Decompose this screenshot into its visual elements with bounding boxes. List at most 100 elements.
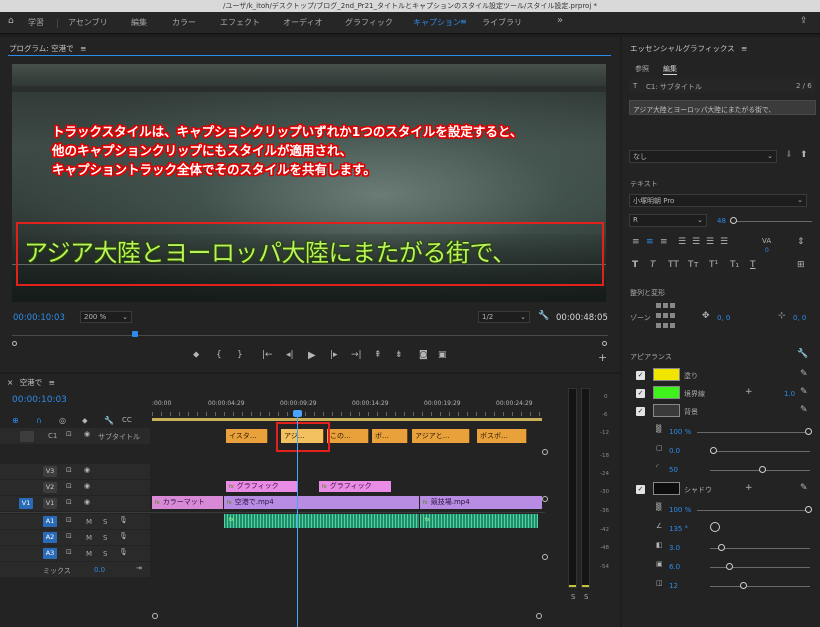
font-size-value[interactable]: 48 [717, 217, 726, 225]
add-stroke-icon[interactable]: + [745, 388, 753, 397]
leading-icon[interactable]: ⇕ [797, 238, 805, 247]
a1-source-patch[interactable]: A1 [43, 516, 57, 527]
all-caps-icon[interactable]: TT [668, 261, 679, 270]
work-area-bar[interactable] [152, 418, 542, 421]
eyedropper-icon[interactable]: ✎ [800, 388, 808, 397]
microphone-icon[interactable]: 🎙 [119, 517, 128, 524]
workspace-tab-audio[interactable]: オーディオ [283, 17, 322, 28]
eyedropper-icon[interactable]: ✎ [800, 406, 808, 415]
resolution-select[interactable]: 1/2 ⌄ [478, 311, 530, 323]
stroke-color-swatch[interactable] [653, 386, 680, 399]
video-clip[interactable]: fx 空港で.mp4 [224, 496, 419, 509]
sync-lock-icon[interactable]: ⊡ [66, 483, 72, 490]
sequence-tab[interactable]: 空港で [20, 378, 43, 387]
zoom-select[interactable]: 200 % ⌄ [80, 311, 132, 323]
background-color-swatch[interactable] [653, 404, 680, 417]
eye-icon[interactable]: ◉ [84, 467, 90, 474]
workspace-menu-icon[interactable]: ≡ [460, 17, 467, 26]
shadow-opacity-slider-knob[interactable] [805, 506, 812, 513]
scroll-end-handle[interactable] [536, 613, 542, 619]
linked-selection-icon[interactable]: ◎ [59, 417, 66, 425]
wrench-icon[interactable]: 🔧 [538, 312, 549, 321]
shadow-checkbox[interactable]: ✓ [636, 485, 645, 494]
add-marker-icon[interactable]: ⬥ [82, 417, 88, 425]
lift-icon[interactable]: ⇞ [374, 351, 382, 360]
nest-icon[interactable]: ⊕ [12, 417, 19, 425]
font-size-slider-knob[interactable] [730, 217, 737, 224]
share-icon[interactable]: ⇪ [800, 17, 808, 26]
solo-toggle[interactable]: S [103, 534, 107, 542]
panel-menu-icon[interactable]: ≡ [49, 378, 55, 387]
shadow-blur-value[interactable]: 12 [669, 582, 678, 590]
solo-toggle[interactable]: S [103, 518, 107, 526]
zone-cell[interactable] [663, 313, 668, 318]
add-button-icon[interactable]: + [598, 352, 607, 363]
shadow-size-slider-knob[interactable] [726, 563, 733, 570]
font-style-select[interactable]: R ⌄ [629, 214, 707, 227]
go-to-in-icon[interactable]: |← [262, 351, 273, 360]
scroll-start-handle[interactable] [12, 341, 17, 346]
step-back-icon[interactable]: ◂| [286, 351, 294, 360]
audio-clip[interactable] [420, 514, 538, 528]
bg-size-slider[interactable] [710, 451, 810, 452]
mix-value[interactable]: 0.0 [94, 566, 105, 574]
workspace-tab-edit[interactable]: 編集 [131, 17, 147, 28]
tab-edit[interactable]: 編集 [663, 64, 677, 75]
shadow-blur-slider-knob[interactable] [740, 582, 747, 589]
eye-icon[interactable]: ◉ [84, 431, 90, 438]
v3-toggle[interactable]: V3 [43, 466, 57, 477]
shadow-distance-slider[interactable] [710, 548, 810, 549]
microphone-icon[interactable]: 🎙 [119, 549, 128, 556]
comparison-icon[interactable]: ▣ [438, 351, 447, 360]
justify-all-icon[interactable]: ☰ [720, 238, 728, 247]
caption-clip[interactable]: ボスボ… [477, 429, 527, 443]
workspace-tab-libraries[interactable]: ライブラリ [482, 17, 522, 28]
bg-opacity-slider[interactable] [697, 432, 809, 433]
program-monitor-title[interactable]: プログラム: 空港で [9, 44, 74, 53]
zone-cell[interactable] [656, 313, 661, 318]
meter-solo-left[interactable]: S [571, 593, 575, 601]
audio-clip[interactable] [224, 514, 419, 528]
v2-toggle[interactable]: V2 [43, 482, 57, 493]
corner-radius-slider-knob[interactable] [759, 466, 766, 473]
sync-lock-icon[interactable]: ⊡ [66, 517, 72, 524]
workspace-tab-captions[interactable]: キャプション [413, 17, 461, 28]
essential-graphics-title[interactable]: エッセンシャルグラフィックス [630, 44, 735, 53]
go-to-end-icon[interactable]: ⇥ [136, 565, 142, 572]
mark-in-icon[interactable]: { [216, 351, 222, 360]
panel-menu-icon[interactable]: ≡ [741, 44, 747, 53]
bg-opacity-value[interactable]: 100 % [669, 428, 691, 436]
shadow-distance-slider-knob[interactable] [718, 544, 725, 551]
small-caps-icon[interactable]: Tт [688, 261, 699, 270]
eyedropper-icon[interactable]: ✎ [800, 370, 808, 379]
vertical-scroll-handle[interactable] [542, 496, 548, 502]
workspace-tab-effects[interactable]: エフェクト [220, 17, 260, 28]
fill-checkbox[interactable]: ✓ [636, 371, 645, 380]
caption-clip[interactable]: イスタ… [226, 429, 268, 443]
vertical-scroll-handle[interactable] [542, 554, 548, 560]
zone-cell[interactable] [663, 323, 668, 328]
wrench-icon[interactable]: 🔧 [797, 350, 808, 359]
justify-center-icon[interactable]: ☰ [692, 238, 700, 247]
playhead-marker[interactable] [132, 331, 138, 337]
anchor-value[interactable]: 0, 0 [793, 314, 806, 322]
bg-size-slider-knob[interactable] [710, 447, 717, 454]
color-matte-clip[interactable]: fx カラーマット [152, 496, 223, 509]
v1-toggle[interactable]: V1 [43, 498, 57, 509]
sync-style-icon[interactable]: ⬇ [785, 151, 793, 160]
shadow-size-slider[interactable] [710, 567, 810, 568]
subscript-icon[interactable]: T₁ [730, 261, 739, 270]
monitor-hscroll[interactable] [12, 341, 608, 346]
align-center-icon[interactable]: ≡ [646, 238, 654, 247]
caption-clip[interactable]: ボ… [372, 429, 408, 443]
justify-left-icon[interactable]: ☰ [678, 238, 686, 247]
align-left-icon[interactable]: ≡ [632, 238, 640, 247]
graphic-clip[interactable]: fx グラフィック [319, 481, 391, 492]
settings-wrench-icon[interactable]: 🔧 [104, 417, 114, 425]
corner-radius-value[interactable]: 50 [669, 466, 678, 474]
solo-toggle[interactable]: S [103, 550, 107, 558]
caption-clip[interactable]: この… [327, 429, 369, 443]
time-ruler[interactable]: :00:00 00:00:04:29 00:00:09:29 00:00:14:… [152, 400, 542, 422]
shadow-blur-slider[interactable] [710, 586, 810, 587]
go-to-out-icon[interactable]: →| [351, 351, 362, 360]
